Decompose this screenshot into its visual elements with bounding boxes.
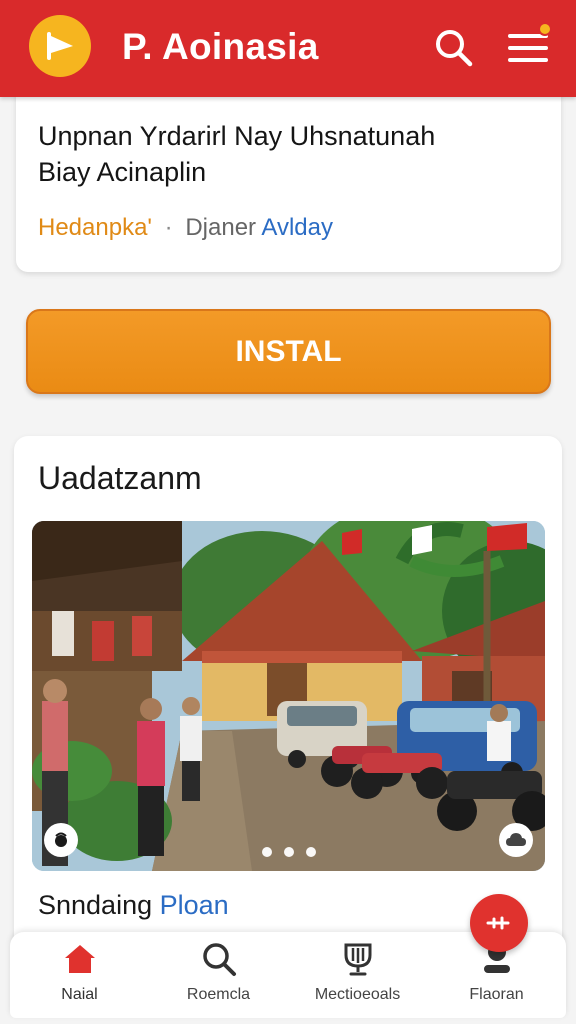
gallery-caption[interactable]: Snndaing Ploan <box>38 890 229 921</box>
cloud-icon <box>506 833 526 846</box>
nav-item-search[interactable]: Roemcla <box>149 932 288 1018</box>
slide-dot[interactable] <box>305 847 316 857</box>
gallery-heading: Uadatzanm <box>38 460 202 496</box>
article-title-line1: Unpnan Yrdarirl Nay Uhsnatunah <box>38 121 436 151</box>
article-date: Avlday <box>261 214 333 241</box>
trophy-icon <box>339 940 377 978</box>
nav-label-home: Naial <box>61 986 98 1003</box>
notification-dot <box>538 22 552 36</box>
article-category[interactable]: Hedanpka' <box>38 214 152 241</box>
slide-dot[interactable] <box>283 847 294 857</box>
cloud-button[interactable] <box>499 823 533 857</box>
arrow-icon <box>486 916 510 930</box>
nav-label-search: Roemcla <box>186 986 251 1003</box>
article-title-line2: Biay Acinaplin <box>38 157 207 187</box>
nav-item-achievements[interactable]: Mectioeoals <box>288 932 427 1018</box>
article-card[interactable]: Unpnan Yrdarirl Nay Uhsnatunah Biay Acin… <box>16 82 561 272</box>
floating-action-button[interactable] <box>470 894 528 952</box>
search-button[interactable] <box>432 26 476 70</box>
caption-text: Snndaing <box>38 890 153 920</box>
meta-separator: · <box>164 214 173 241</box>
slide-indicator <box>32 847 545 857</box>
play-flag-icon <box>47 32 73 60</box>
nav-label-achievements: Mectioeoals <box>314 986 401 1003</box>
slide-dot[interactable] <box>261 847 272 857</box>
home-icon <box>61 940 99 978</box>
article-meta: Hedanpka' · Djaner Avlday <box>38 214 333 242</box>
app-screen: P. Aoinasia Unpnan Yrdarirl Nay Uhsnatun… <box>0 0 576 1024</box>
nav-label-profile: Flaoran <box>469 986 524 1003</box>
install-button[interactable]: INSTAL <box>26 309 551 394</box>
gallery-photo[interactable] <box>32 521 545 871</box>
article-title[interactable]: Unpnan Yrdarirl Nay Uhsnatunah Biay Acin… <box>38 118 538 190</box>
village-street-illustration <box>32 521 545 871</box>
search-icon <box>436 30 473 67</box>
top-app-bar: P. Aoinasia <box>0 0 576 97</box>
gallery-card: Uadatzanm Snndaing Ploan <box>14 436 562 976</box>
caption-accent: Ploan <box>159 890 229 920</box>
app-logo[interactable] <box>29 15 91 77</box>
search-icon <box>200 940 238 978</box>
menu-button[interactable] <box>506 22 552 70</box>
app-title: P. Aoinasia <box>122 26 319 67</box>
nav-item-home[interactable]: Naial <box>10 932 149 1018</box>
article-author[interactable]: Djaner <box>185 214 256 241</box>
